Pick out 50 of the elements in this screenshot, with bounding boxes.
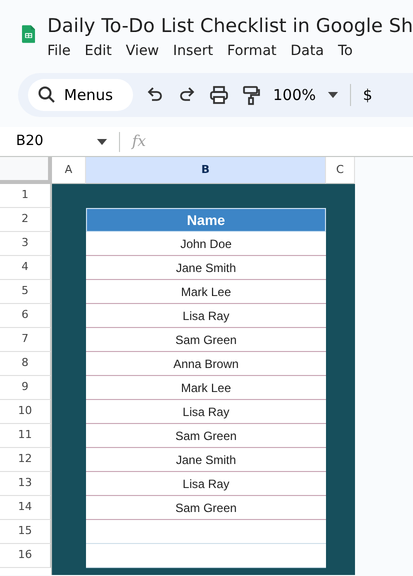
row-header[interactable]: 4: [0, 256, 51, 280]
menu-item[interactable]: File: [47, 41, 71, 62]
row-header[interactable]: 2: [0, 208, 51, 232]
caret-icon: [328, 92, 338, 98]
table-cell: Lisa Ray: [86, 472, 326, 496]
column-header[interactable]: A: [52, 157, 86, 184]
table-cell: John Doe: [86, 232, 326, 256]
row-header[interactable]: 6: [0, 304, 51, 328]
row-header[interactable]: 7: [0, 328, 51, 352]
menu-item[interactable]: Insert: [173, 41, 214, 62]
table-cell: Mark Lee: [86, 280, 326, 304]
table-cell: Lisa Ray: [86, 400, 326, 424]
menu-item[interactable]: Edit: [84, 41, 112, 62]
name-box[interactable]: B20: [0, 132, 120, 152]
table-cell: Jane Smith: [86, 448, 326, 472]
menu-item[interactable]: Data: [290, 41, 324, 62]
row-header[interactable]: 9: [0, 376, 51, 400]
row-header[interactable]: 14: [0, 496, 51, 520]
table-cell: Lisa Ray: [86, 304, 326, 328]
row-header[interactable]: 8: [0, 352, 51, 376]
table-cell: Sam Green: [86, 496, 326, 520]
currency-button[interactable]: $: [362, 84, 372, 106]
document-title[interactable]: Daily To-Do List Checklist in Google Sh: [47, 14, 413, 38]
table-cell: Jane Smith: [86, 256, 326, 280]
table-cell: Mark Lee: [86, 376, 326, 400]
search-field[interactable]: Menus: [28, 79, 133, 111]
row-header[interactable]: 3: [0, 232, 51, 256]
row-header[interactable]: 5: [0, 280, 51, 304]
menu-item[interactable]: To: [338, 41, 353, 62]
table-cell: Sam Green: [86, 328, 326, 352]
row-header[interactable]: 15: [0, 520, 51, 544]
row-header[interactable]: 16: [0, 544, 51, 568]
caret-icon: [97, 138, 107, 144]
row-header[interactable]: 11: [0, 424, 51, 448]
column-title: Name: [86, 208, 326, 232]
formula-label: fx: [130, 131, 146, 152]
menu-item[interactable]: View: [126, 41, 160, 62]
search-icon: [38, 86, 56, 104]
row-header[interactable]: 12: [0, 448, 51, 472]
column-header[interactable]: B: [86, 157, 326, 184]
row-header[interactable]: 1: [0, 184, 51, 208]
row-header[interactable]: 10: [0, 400, 51, 424]
table-cell: Anna Brown: [86, 352, 326, 376]
menu-item[interactable]: Format: [227, 41, 277, 62]
print-icon[interactable]: [209, 85, 229, 105]
paint-roller-icon[interactable]: [241, 85, 261, 105]
row-header[interactable]: 13: [0, 472, 51, 496]
zoom-dropdown[interactable]: 100%: [273, 84, 338, 106]
table-cell: Sam Green: [86, 424, 326, 448]
column-header[interactable]: C: [326, 157, 355, 184]
